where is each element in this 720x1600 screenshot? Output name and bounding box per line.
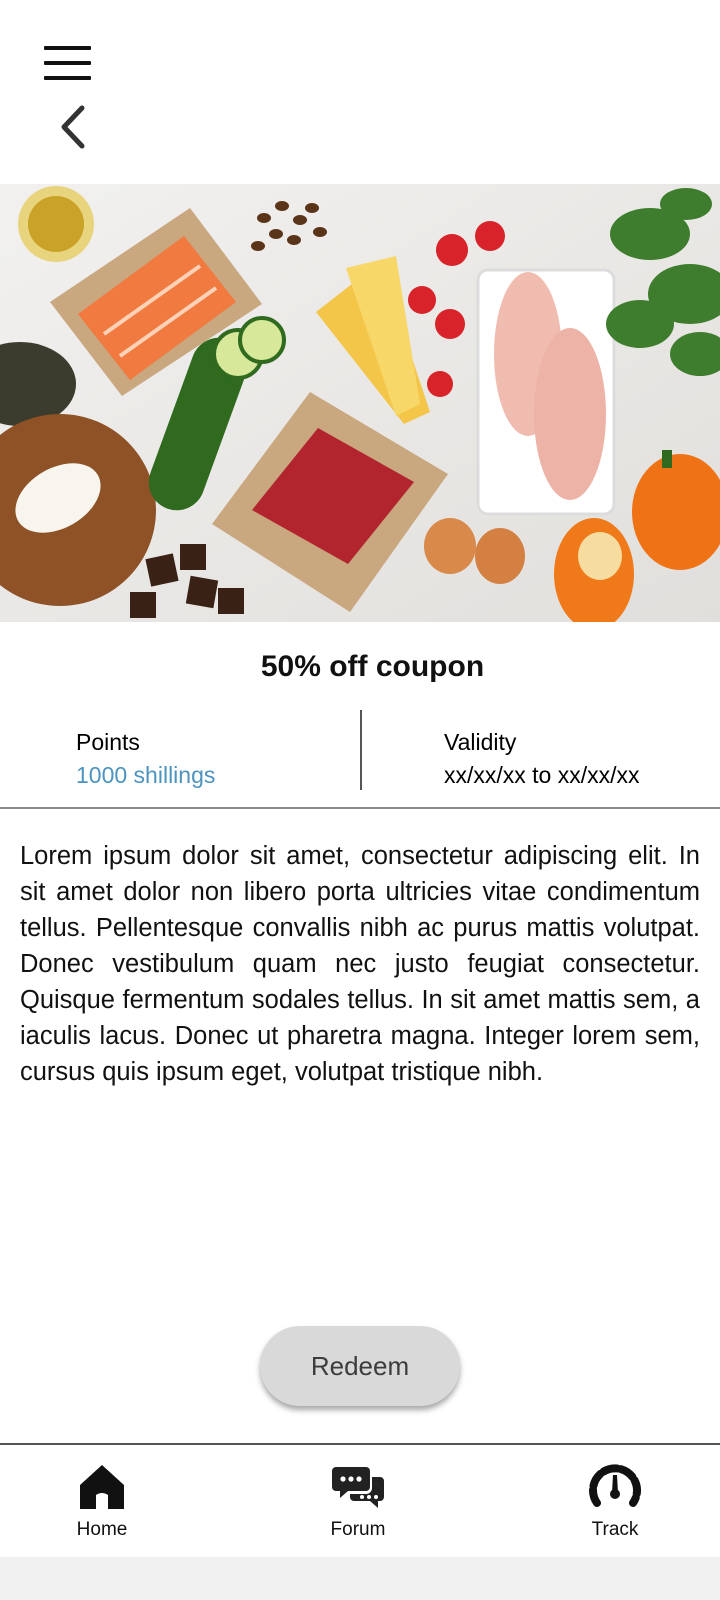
- section-divider: [0, 807, 720, 809]
- bottom-nav: Home Forum Track: [0, 1445, 720, 1557]
- coupon-description: Lorem ipsum dolor sit amet, consectetur …: [20, 842, 700, 1086]
- hamburger-menu-icon[interactable]: [44, 46, 92, 82]
- nav-item-track[interactable]: Track: [545, 1445, 685, 1557]
- chat-bubbles-icon: [332, 1467, 384, 1508]
- validity-value: xx/xx/xx to xx/xx/xx: [444, 762, 640, 788]
- nav-label-home: Home: [76, 1519, 128, 1540]
- chevron-left-icon: [61, 105, 85, 149]
- coupon-title: 50% off coupon: [260, 650, 485, 683]
- nav-label-forum: Forum: [330, 1519, 386, 1540]
- info-divider: [360, 710, 362, 790]
- validity-label: Validity: [444, 729, 517, 755]
- speedometer-icon: [589, 1464, 641, 1507]
- nav-item-home[interactable]: Home: [32, 1445, 172, 1557]
- redeem-button[interactable]: Redeem: [260, 1326, 460, 1406]
- coupon-detail-screen: 50% off coupon Points 1000 shillings Val…: [0, 0, 720, 1600]
- hero-food-image: [0, 184, 720, 622]
- validity-info: Validity xx/xx/xx to xx/xx/xx: [444, 726, 640, 792]
- back-button[interactable]: [56, 104, 92, 150]
- points-label: Points: [76, 729, 140, 755]
- nav-label-track: Track: [591, 1519, 639, 1540]
- nav-item-forum[interactable]: Forum: [288, 1445, 428, 1557]
- points-value: 1000 shillings: [76, 762, 216, 788]
- points-info: Points 1000 shillings: [76, 726, 215, 792]
- home-icon: [80, 1465, 124, 1509]
- system-bar-area: [0, 1557, 720, 1600]
